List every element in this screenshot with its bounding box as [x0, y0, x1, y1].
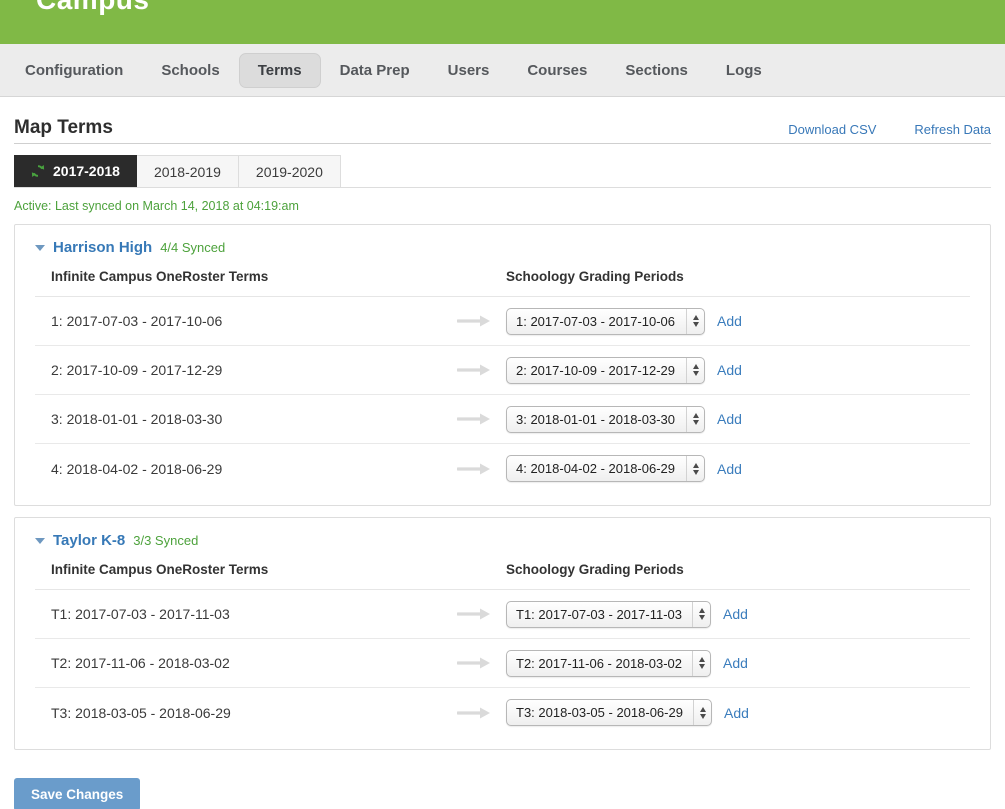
- nav-item-courses[interactable]: Courses: [508, 53, 606, 88]
- term-map-row: 1: 2017-07-03 - 2017-10-06 1: 2017-07-03…: [35, 297, 970, 346]
- grading-period-select[interactable]: T3: 2018-03-05 - 2018-06-29: [506, 699, 712, 726]
- map-arrow-icon: [441, 363, 506, 377]
- synced-badge: 4/4 Synced: [160, 240, 225, 255]
- map-arrow-icon: [441, 656, 506, 670]
- ic-term-label: 3: 2018-01-01 - 2018-03-30: [51, 411, 441, 427]
- add-link[interactable]: Add: [717, 313, 742, 329]
- brand-header: Campus: [0, 0, 1005, 44]
- map-arrow-icon: [441, 706, 506, 720]
- school-header: Harrison High 4/4 Synced: [35, 239, 970, 256]
- nav-item-users[interactable]: Users: [429, 53, 509, 88]
- column-header-schoology-periods: Schoology Grading Periods: [506, 269, 684, 284]
- nav-item-terms[interactable]: Terms: [239, 53, 321, 88]
- column-header-ic-terms: Infinite Campus OneRoster Terms: [51, 269, 506, 284]
- school-panel-harrison-high: Harrison High 4/4 Synced Infinite Campus…: [14, 224, 991, 506]
- tab-2017-2018[interactable]: 2017-2018: [14, 155, 137, 187]
- term-map-row: T3: 2018-03-05 - 2018-06-29 T3: 2018-03-…: [35, 688, 970, 737]
- grading-period-select-wrap: T3: 2018-03-05 - 2018-06-29: [506, 699, 712, 726]
- school-name-link[interactable]: Taylor K-8: [53, 532, 125, 549]
- grading-period-select[interactable]: 2: 2017-10-09 - 2017-12-29: [506, 357, 705, 384]
- add-link[interactable]: Add: [724, 705, 749, 721]
- save-changes-button[interactable]: Save Changes: [14, 778, 140, 809]
- grading-period-select[interactable]: T2: 2017-11-06 - 2018-03-02: [506, 650, 711, 677]
- add-link[interactable]: Add: [717, 461, 742, 477]
- add-link[interactable]: Add: [723, 606, 748, 622]
- tab-label: 2017-2018: [53, 163, 120, 179]
- tab-label: 2019-2020: [256, 164, 323, 180]
- add-link[interactable]: Add: [717, 362, 742, 378]
- title-bar: Map Terms Download CSV Refresh Data: [14, 117, 991, 139]
- nav-item-configuration[interactable]: Configuration: [6, 53, 142, 88]
- grading-period-select-wrap: 1: 2017-07-03 - 2017-10-06: [506, 308, 705, 335]
- ic-term-label: 2: 2017-10-09 - 2017-12-29: [51, 362, 441, 378]
- nav-item-logs[interactable]: Logs: [707, 53, 781, 88]
- map-arrow-icon: [441, 607, 506, 621]
- collapse-caret-icon[interactable]: [35, 538, 45, 544]
- add-link[interactable]: Add: [723, 655, 748, 671]
- grading-period-select-wrap: T1: 2017-07-03 - 2017-11-03: [506, 601, 711, 628]
- primary-nav: Configuration Schools Terms Data Prep Us…: [0, 44, 1005, 97]
- download-csv-link[interactable]: Download CSV: [788, 122, 876, 137]
- grading-period-select-wrap: 3: 2018-01-01 - 2018-03-30: [506, 406, 705, 433]
- map-arrow-icon: [441, 314, 506, 328]
- sync-status-text: Active: Last synced on March 14, 2018 at…: [14, 199, 991, 213]
- grading-period-select[interactable]: T1: 2017-07-03 - 2017-11-03: [506, 601, 711, 628]
- year-tabbar: 2017-2018 2018-2019 2019-2020: [14, 155, 991, 188]
- page-title: Map Terms: [14, 117, 113, 139]
- grading-period-select-wrap: 4: 2018-04-02 - 2018-06-29: [506, 455, 705, 482]
- ic-term-label: T2: 2017-11-06 - 2018-03-02: [51, 655, 441, 671]
- column-headers: Infinite Campus OneRoster Terms Schoolog…: [35, 269, 970, 297]
- ic-term-label: T1: 2017-07-03 - 2017-11-03: [51, 606, 441, 622]
- sync-icon: [31, 164, 45, 178]
- term-map-row: 4: 2018-04-02 - 2018-06-29 4: 2018-04-02…: [35, 444, 970, 493]
- school-header: Taylor K-8 3/3 Synced: [35, 532, 970, 549]
- add-link[interactable]: Add: [717, 411, 742, 427]
- grading-period-select[interactable]: 1: 2017-07-03 - 2017-10-06: [506, 308, 705, 335]
- title-links: Download CSV Refresh Data: [788, 122, 991, 139]
- grading-period-select-wrap: 2: 2017-10-09 - 2017-12-29: [506, 357, 705, 384]
- nav-item-schools[interactable]: Schools: [142, 53, 238, 88]
- nav-item-sections[interactable]: Sections: [606, 53, 707, 88]
- map-arrow-icon: [441, 412, 506, 426]
- ic-term-label: 4: 2018-04-02 - 2018-06-29: [51, 461, 441, 477]
- grading-period-select[interactable]: 3: 2018-01-01 - 2018-03-30: [506, 406, 705, 433]
- term-map-row: T1: 2017-07-03 - 2017-11-03 T1: 2017-07-…: [35, 590, 970, 639]
- tab-label: 2018-2019: [154, 164, 221, 180]
- nav-item-data-prep[interactable]: Data Prep: [321, 53, 429, 88]
- tab-2018-2019[interactable]: 2018-2019: [137, 155, 239, 187]
- column-header-ic-terms: Infinite Campus OneRoster Terms: [51, 562, 506, 577]
- campus-logo: Campus: [36, 0, 149, 16]
- grading-period-select-wrap: T2: 2017-11-06 - 2018-03-02: [506, 650, 711, 677]
- collapse-caret-icon[interactable]: [35, 245, 45, 251]
- ic-term-label: 1: 2017-07-03 - 2017-10-06: [51, 313, 441, 329]
- map-arrow-icon: [441, 462, 506, 476]
- column-header-schoology-periods: Schoology Grading Periods: [506, 562, 684, 577]
- term-map-row: 2: 2017-10-09 - 2017-12-29 2: 2017-10-09…: [35, 346, 970, 395]
- ic-term-label: T3: 2018-03-05 - 2018-06-29: [51, 705, 441, 721]
- title-divider: [14, 143, 991, 144]
- school-name-link[interactable]: Harrison High: [53, 239, 152, 256]
- term-map-row: 3: 2018-01-01 - 2018-03-30 3: 2018-01-01…: [35, 395, 970, 444]
- school-panel-taylor-k8: Taylor K-8 3/3 Synced Infinite Campus On…: [14, 517, 991, 750]
- column-headers: Infinite Campus OneRoster Terms Schoolog…: [35, 562, 970, 590]
- synced-badge: 3/3 Synced: [133, 533, 198, 548]
- term-map-row: T2: 2017-11-06 - 2018-03-02 T2: 2017-11-…: [35, 639, 970, 688]
- main-content: Map Terms Download CSV Refresh Data 2017…: [0, 97, 1005, 809]
- grading-period-select[interactable]: 4: 2018-04-02 - 2018-06-29: [506, 455, 705, 482]
- tab-2019-2020[interactable]: 2019-2020: [239, 155, 341, 187]
- refresh-data-link[interactable]: Refresh Data: [914, 122, 991, 137]
